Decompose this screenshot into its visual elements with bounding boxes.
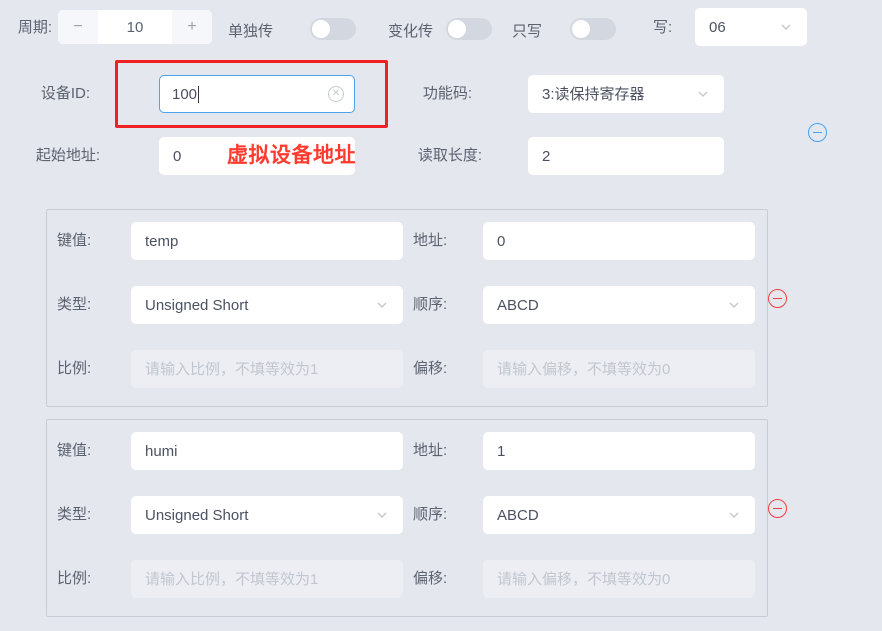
write-only-toggle[interactable] [570,18,616,40]
order-select[interactable]: ABCD [483,496,755,534]
clear-circle-icon[interactable]: ✕ [328,86,344,102]
type-select[interactable]: Unsigned Short [131,286,403,324]
item-row-ratio-offset: 比例: 请输入比例，不填等效为1 偏移: 请输入偏移，不填等效为0 [47,548,767,612]
ratio-placeholder: 请输入比例，不填等效为1 [145,360,319,378]
key-input[interactable]: humi [131,432,403,470]
remove-item-button[interactable] [768,289,787,308]
offset-input[interactable]: 请输入偏移，不填等效为0 [483,350,755,388]
ratio-placeholder: 请输入比例，不填等效为1 [145,570,319,588]
circle-minus-icon [813,131,822,134]
annotation-text: 虚拟设备地址 [227,144,356,167]
offset-label: 偏移: [413,570,448,587]
read-length-value: 2 [542,147,551,165]
change-transmit-label: 变化传 [388,23,434,40]
key-value: humi [145,442,178,460]
key-value: temp [145,232,179,250]
type-select[interactable]: Unsigned Short [131,496,403,534]
single-transmit-label: 单独传 [228,23,274,40]
remove-device-button[interactable] [808,123,827,142]
offset-label: 偏移: [413,360,448,377]
toggle-knob [572,20,590,38]
start-address-value: 0 [173,147,182,165]
chevron-down-icon [696,87,710,101]
type-label: 类型: [57,296,92,313]
address-input[interactable]: 0 [483,222,755,260]
type-label: 类型: [57,506,92,523]
toggle-knob [312,20,330,38]
remove-item-button[interactable] [768,499,787,518]
chevron-down-icon [727,298,741,312]
address-value: 0 [497,232,506,250]
ratio-input[interactable]: 请输入比例，不填等效为1 [131,350,403,388]
order-label: 顺序: [413,506,448,523]
ratio-input[interactable]: 请输入比例，不填等效为1 [131,560,403,598]
period-label: 周期: [17,19,52,36]
order-value: ABCD [497,506,539,524]
chevron-down-icon [727,508,741,522]
address-input[interactable]: 1 [483,432,755,470]
offset-placeholder: 请输入偏移，不填等效为0 [497,570,671,588]
chevron-down-icon [375,508,389,522]
write-only-label: 只写 [512,23,543,40]
circle-minus-icon [773,507,782,510]
item-row-type-order: 类型: Unsigned Short 顺序: ABCD [47,484,767,548]
key-label: 键值: [57,232,92,249]
item-card: 键值: humi 地址: 1 类型: Unsigned Short 顺序: AB… [46,419,768,617]
function-code-label: 功能码: [422,85,472,102]
key-input[interactable]: temp [131,222,403,260]
period-stepper[interactable]: − 10 + [58,10,212,44]
ratio-label: 比例: [57,570,92,587]
chevron-down-icon [375,298,389,312]
write-code-label: 写: [653,19,673,36]
order-value: ABCD [497,296,539,314]
ratio-label: 比例: [57,360,92,377]
address-value: 1 [497,442,506,460]
toolbar-row: 周期: − 10 + 单独传 变化传 只写 写: 06 [0,0,882,52]
text-caret [198,85,200,103]
function-code-value: 3:读保持寄存器 [542,85,645,103]
write-code-value: 06 [709,18,726,36]
start-address-label: 起始地址: [35,147,100,164]
read-length-label: 读取长度: [417,147,482,164]
device-id-value: 100 [172,85,198,103]
function-code-select[interactable]: 3:读保持寄存器 [528,75,724,113]
item-row-ratio-offset: 比例: 请输入比例，不填等效为1 偏移: 请输入偏移，不填等效为0 [47,338,767,402]
read-length-input[interactable]: 2 [528,137,724,175]
write-code-select[interactable]: 06 [695,8,807,46]
item-card: 键值: temp 地址: 0 类型: Unsigned Short 顺序: AB… [46,209,768,407]
offset-placeholder: 请输入偏移，不填等效为0 [497,360,671,378]
single-transmit-toggle[interactable] [310,18,356,40]
offset-input[interactable]: 请输入偏移，不填等效为0 [483,560,755,598]
period-decrement-button[interactable]: − [58,10,98,44]
type-value: Unsigned Short [145,296,249,314]
order-label: 顺序: [413,296,448,313]
type-value: Unsigned Short [145,506,249,524]
item-row-type-order: 类型: Unsigned Short 顺序: ABCD [47,274,767,338]
period-value[interactable]: 10 [98,10,172,44]
circle-minus-icon [773,297,782,300]
device-id-label: 设备ID: [40,85,90,102]
chevron-down-icon [779,20,793,34]
change-transmit-toggle[interactable] [446,18,492,40]
item-row-key-address: 键值: temp 地址: 0 [47,210,767,274]
device-id-input[interactable]: 100 ✕ [159,75,355,113]
item-row-key-address: 键值: humi 地址: 1 [47,420,767,484]
key-label: 键值: [57,442,92,459]
order-select[interactable]: ABCD [483,286,755,324]
toggle-knob [448,20,466,38]
period-increment-button[interactable]: + [172,10,212,44]
address-label: 地址: [413,442,448,459]
modbus-point-config-form: 周期: − 10 + 单独传 变化传 只写 写: 06 设备ID: 100 ✕ [0,0,882,631]
address-label: 地址: [413,232,448,249]
